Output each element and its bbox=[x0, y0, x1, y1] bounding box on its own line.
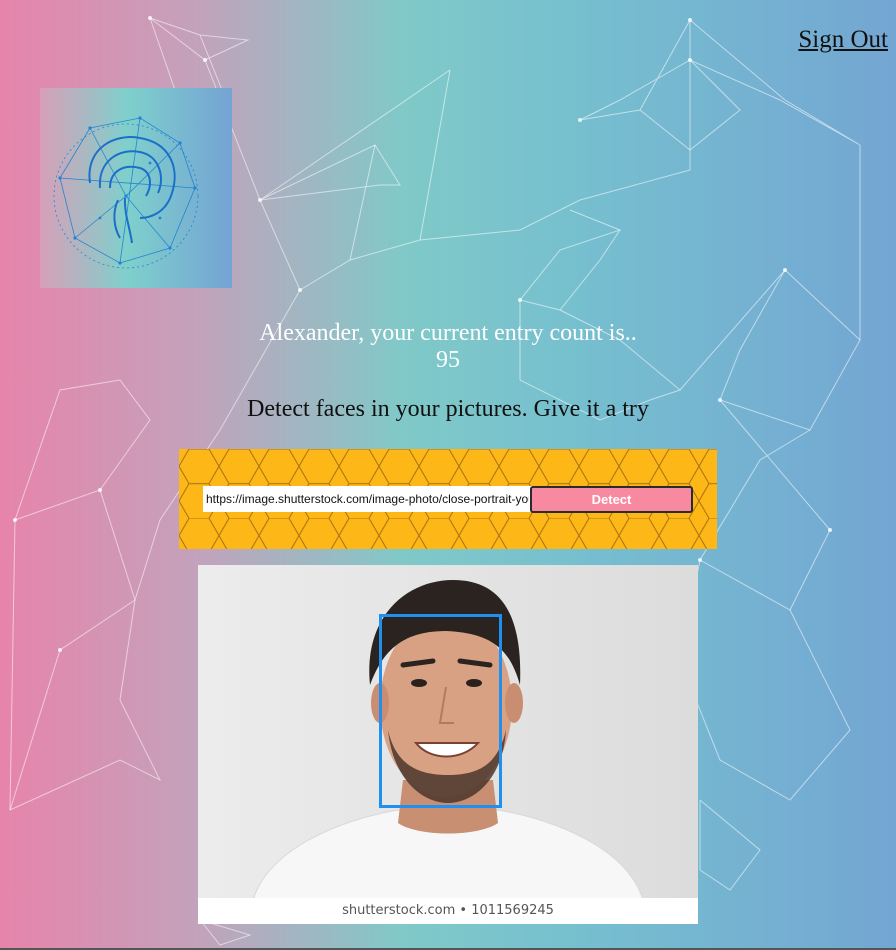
detect-button[interactable]: Detect bbox=[530, 486, 693, 513]
face-bounding-box bbox=[379, 614, 502, 808]
face-image: shutterstock.com • 1011569245 bbox=[198, 565, 698, 924]
image-watermark: shutterstock.com • 1011569245 bbox=[198, 898, 698, 924]
entry-count: 95 bbox=[436, 347, 460, 373]
image-url-input[interactable] bbox=[203, 486, 532, 512]
tagline: Detect faces in your pictures. Give it a… bbox=[247, 396, 649, 422]
sign-out-link[interactable]: Sign Out bbox=[798, 26, 888, 54]
brain-network-icon bbox=[53, 116, 199, 269]
rank-message: Alexander, your current entry count is.. bbox=[259, 320, 637, 346]
image-url-form: Detect bbox=[179, 449, 717, 549]
logo[interactable] bbox=[40, 88, 232, 288]
